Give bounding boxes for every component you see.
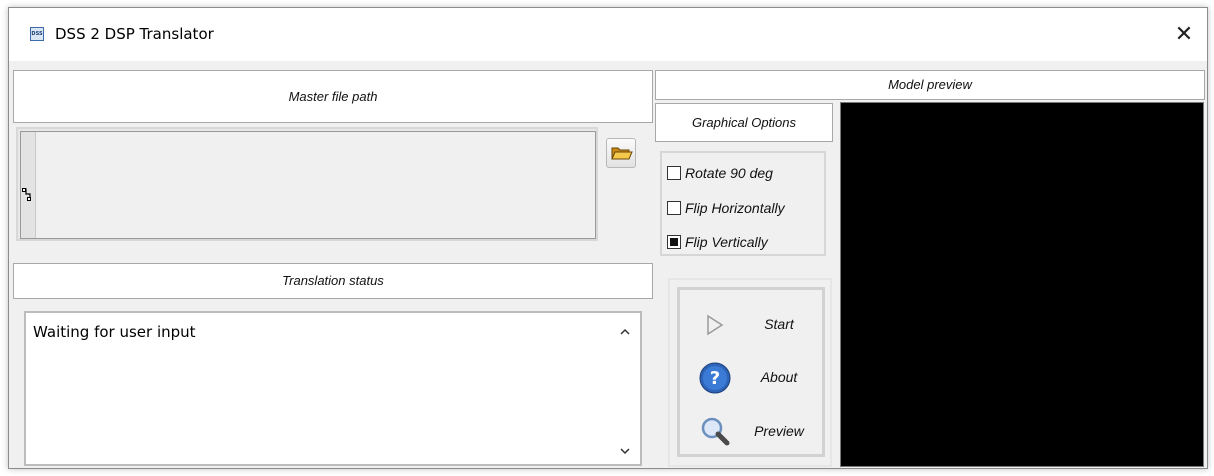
- scroll-down-icon[interactable]: [618, 444, 632, 458]
- master-file-path-input[interactable]: [20, 131, 596, 239]
- flip-horizontally-option[interactable]: Flip Horizontally: [667, 197, 785, 219]
- text-cursor-icon: [22, 188, 31, 201]
- rotate-90-label: Rotate 90 deg: [685, 165, 773, 181]
- help-icon: ?: [699, 362, 731, 394]
- actions-group: Start ? About Preview: [668, 278, 832, 467]
- graphical-options-header: Graphical Options: [655, 103, 833, 142]
- close-button[interactable]: ✕: [1161, 8, 1207, 61]
- flip-vertically-checkbox[interactable]: [667, 235, 681, 249]
- flip-vertically-option[interactable]: Flip Vertically: [667, 231, 768, 253]
- folder-open-icon: [611, 147, 633, 160]
- app-icon: DSS: [30, 27, 44, 41]
- scroll-up-icon[interactable]: [618, 325, 632, 339]
- master-file-path-header: Master file path: [13, 70, 653, 123]
- actions-panel: Start ? About Preview: [677, 287, 825, 457]
- preview-label: Preview: [754, 423, 804, 439]
- preview-button[interactable]: Preview: [680, 407, 822, 455]
- flip-horizontally-label: Flip Horizontally: [685, 200, 785, 216]
- about-label: About: [760, 369, 798, 385]
- rotate-90-checkbox[interactable]: [667, 166, 681, 180]
- master-file-path-frame: [16, 127, 598, 241]
- model-preview-header: Model preview: [655, 70, 1205, 100]
- model-preview-canvas[interactable]: [840, 102, 1204, 467]
- magnifier-icon: [701, 417, 730, 446]
- play-icon: [707, 314, 724, 336]
- translation-status-log[interactable]: Waiting for user input: [24, 311, 642, 466]
- title-bar: DSS DSS 2 DSP Translator ✕: [9, 8, 1207, 61]
- status-message: Waiting for user input: [33, 323, 196, 341]
- svg-text:?: ?: [710, 368, 720, 389]
- rotate-90-option[interactable]: Rotate 90 deg: [667, 162, 773, 184]
- graphical-options-group: Rotate 90 deg Flip Horizontally Flip Ver…: [660, 151, 826, 256]
- browse-button[interactable]: [606, 138, 636, 168]
- about-button[interactable]: ? About: [680, 353, 822, 401]
- path-gutter: [21, 132, 36, 238]
- app-window: DSS DSS 2 DSP Translator ✕ Master file p…: [8, 7, 1208, 469]
- flip-vertically-label: Flip Vertically: [685, 234, 768, 250]
- translation-status-header: Translation status: [13, 263, 653, 299]
- start-label: Start: [764, 316, 794, 332]
- window-title: DSS 2 DSP Translator: [55, 25, 214, 43]
- flip-horizontally-checkbox[interactable]: [667, 201, 681, 215]
- start-button[interactable]: Start: [680, 300, 822, 348]
